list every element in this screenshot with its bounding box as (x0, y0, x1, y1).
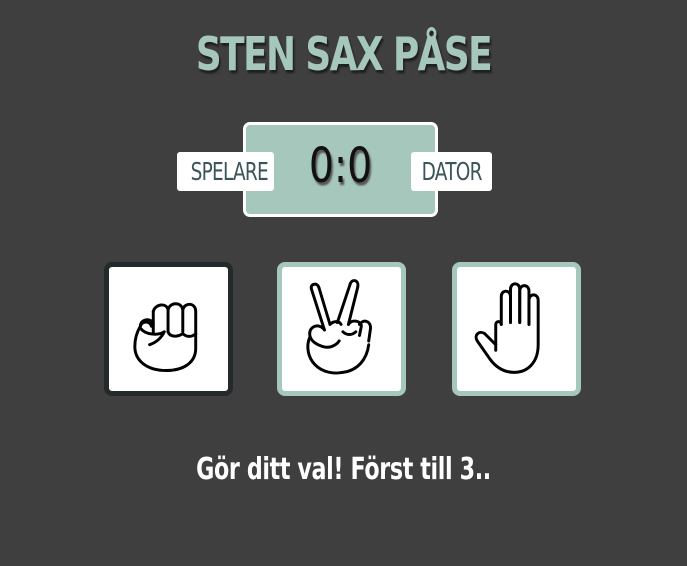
game-title: STEN SAX PÅSE (195, 27, 493, 81)
rock-button[interactable] (104, 262, 233, 396)
player-badge: SPELARE (177, 152, 274, 191)
computer-label: DATOR (421, 157, 483, 186)
open-hand-icon (474, 282, 540, 374)
fist-hand-icon (133, 302, 198, 372)
scissors-button[interactable] (277, 262, 406, 396)
instruction-message: Gör ditt val! Först till 3.. (196, 452, 491, 487)
game-screen: STEN SAX PÅSE 0:0 SPELARE DATOR Gör ditt… (0, 0, 687, 566)
score-display: 0:0 (308, 138, 373, 194)
player-label: SPELARE (190, 157, 269, 186)
paper-button[interactable] (452, 262, 581, 396)
computer-badge: DATOR (411, 152, 492, 191)
peace-hand-icon (306, 279, 373, 375)
